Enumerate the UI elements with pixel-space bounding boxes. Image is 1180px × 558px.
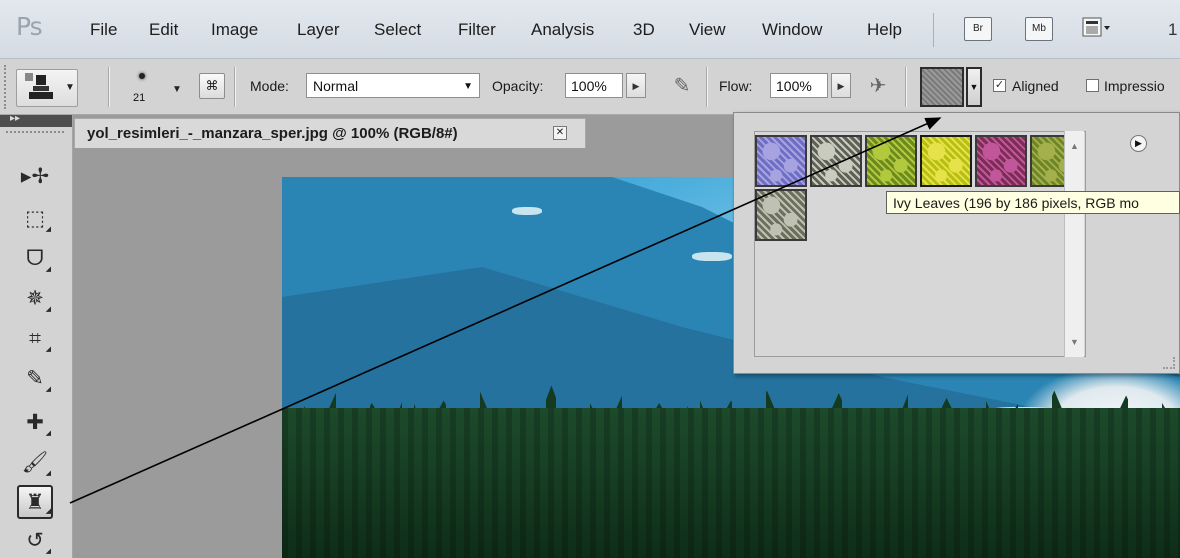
tool-preset-picker[interactable]: ▼	[16, 69, 78, 107]
pattern-swatch-2[interactable]	[810, 135, 862, 187]
airbrush-icon[interactable]: ✈	[864, 72, 892, 100]
aligned-label: Aligned	[1012, 78, 1059, 94]
pattern-swatch-3[interactable]	[865, 135, 917, 187]
impressionist-checkbox[interactable]	[1086, 79, 1099, 92]
divider	[234, 67, 235, 107]
magic-wand-tool-glyph: ✵	[26, 287, 44, 310]
history-brush-tool-icon[interactable]: ↺ ◢	[19, 525, 51, 557]
menu-file[interactable]: File	[90, 20, 117, 40]
document-tab-title: yol_resimleri_-_manzara_sper.jpg @ 100% …	[87, 125, 458, 142]
chevron-down-icon: ▼	[65, 82, 75, 93]
menu-edit[interactable]: Edit	[149, 20, 178, 40]
pattern-swatch-7[interactable]	[755, 189, 807, 241]
divider	[108, 67, 109, 107]
tools-panel-grip[interactable]	[6, 131, 64, 133]
pattern-stamp-tool-glyph: ♜	[25, 491, 45, 514]
pattern-swatch-1[interactable]	[755, 135, 807, 187]
menu-help[interactable]: Help	[867, 20, 902, 40]
flow-input[interactable]: 100%	[770, 73, 828, 98]
brush-tip-icon[interactable]	[139, 73, 145, 79]
pattern-picker-panel: ▲ ▼ ▶	[733, 112, 1180, 374]
pressure-opacity-icon[interactable]: ✎	[668, 72, 696, 100]
brush-panel-toggle-icon[interactable]: ⌘	[199, 73, 225, 99]
magic-wand-tool-icon[interactable]: ✵ ◢	[19, 283, 51, 315]
scroll-up-icon[interactable]: ▲	[1070, 141, 1079, 151]
eyedropper-tool-glyph: ✎	[26, 367, 44, 390]
tools-panel-header[interactable]: ▸▸	[0, 113, 72, 127]
flow-slider-toggle[interactable]: ▶	[831, 73, 851, 98]
brush-size-value: 21	[133, 92, 146, 104]
opacity-slider-toggle[interactable]: ▶	[626, 73, 646, 98]
close-icon[interactable]: ✕	[553, 126, 567, 140]
panel-resize-grip[interactable]	[1163, 357, 1175, 369]
brush-tool-icon[interactable]: 🖌 ◢	[19, 447, 51, 479]
crop-tool-icon[interactable]: ⌗ ◢	[19, 323, 51, 355]
scroll-down-icon[interactable]: ▼	[1070, 337, 1079, 347]
pattern-stamp-tool-icon[interactable]: ♜ ◢	[17, 485, 53, 519]
pattern-swatch-4[interactable]	[920, 135, 972, 187]
expand-panel-icon[interactable]: ▸▸	[10, 113, 20, 124]
aligned-checkbox[interactable]: ✓	[993, 79, 1006, 92]
menu-3d[interactable]: 3D	[633, 20, 655, 40]
menu-analysis[interactable]: Analysis	[531, 20, 594, 40]
menu-layer[interactable]: Layer	[297, 20, 340, 40]
menu-image[interactable]: Image	[211, 20, 258, 40]
pattern-picker-swatch[interactable]	[920, 67, 964, 107]
pattern-picker-dropdown[interactable]: ▼	[966, 67, 982, 107]
image-snow	[512, 207, 542, 215]
panel-menu-icon[interactable]: ▶	[1130, 135, 1147, 152]
chevron-down-icon: ▼	[463, 81, 473, 92]
pattern-stamp-icon	[25, 73, 53, 99]
menu-separator	[933, 13, 934, 47]
divider	[706, 67, 707, 107]
image-forest	[282, 408, 1180, 558]
pattern-list-scrollbar[interactable]: ▲ ▼	[1064, 131, 1084, 357]
menu-window[interactable]: Window	[762, 20, 822, 40]
menu-view[interactable]: View	[689, 20, 726, 40]
history-brush-tool-glyph: ↺	[26, 529, 44, 552]
healing-brush-tool-icon[interactable]: ✚ ◢	[19, 407, 51, 439]
bridge-button[interactable]: Br	[964, 17, 992, 41]
image-snow	[692, 252, 732, 261]
mini-bridge-button[interactable]: Mb	[1025, 17, 1053, 41]
document-tab[interactable]: yol_resimleri_-_manzara_sper.jpg @ 100% …	[74, 118, 586, 148]
flow-label: Flow:	[719, 78, 753, 94]
tools-panel: ▸▸ ▸✢ ⬚ ◢ ᗜ ◢ ✵ ◢ ⌗ ◢ ✎ ◢ ✚ ◢ 🖌 ◢ ♜ ◢ ↺ ◢	[0, 113, 73, 558]
opacity-label: Opacity:	[492, 78, 544, 94]
marquee-tool-glyph: ⬚	[25, 207, 45, 230]
eyedropper-tool-icon[interactable]: ✎ ◢	[19, 363, 51, 395]
screen-mode-button[interactable]	[1082, 17, 1112, 39]
opacity-input[interactable]: 100%	[565, 73, 623, 98]
crop-tool-glyph: ⌗	[29, 327, 41, 350]
pattern-tooltip: Ivy Leaves (196 by 186 pixels, RGB mo	[886, 191, 1180, 214]
lasso-tool-icon[interactable]: ᗜ ◢	[19, 243, 51, 275]
options-bar-grip[interactable]	[4, 65, 9, 109]
mode-label: Mode:	[250, 78, 289, 94]
divider	[905, 67, 906, 107]
brush-tool-glyph: 🖌	[21, 451, 49, 474]
marquee-tool-icon[interactable]: ⬚ ◢	[19, 203, 51, 235]
menu-filter[interactable]: Filter	[458, 20, 496, 40]
move-tool-icon[interactable]: ▸✢	[19, 161, 51, 193]
mode-select[interactable]: Normal ▼	[306, 73, 480, 98]
photoshop-logo: Ps	[16, 12, 43, 41]
menu-select[interactable]: Select	[374, 20, 421, 40]
mode-select-value: Normal	[313, 78, 359, 94]
impressionist-label: Impressio	[1104, 78, 1165, 94]
brush-picker-chevron-icon[interactable]: ▼	[172, 84, 182, 95]
options-bar: ▼ 21 ▼ ⌘ Mode: Normal ▼ Opacity: 100% ▶ …	[0, 59, 1180, 115]
menu-bar: Ps File Edit Image Layer Select Filter A…	[0, 0, 1180, 59]
zoom-level-text[interactable]: 1	[1168, 20, 1177, 40]
move-tool-glyph: ▸✢	[20, 165, 50, 188]
healing-brush-tool-glyph: ✚	[26, 411, 44, 434]
lasso-tool-glyph: ᗜ	[26, 247, 44, 270]
pattern-swatch-5[interactable]	[975, 135, 1027, 187]
